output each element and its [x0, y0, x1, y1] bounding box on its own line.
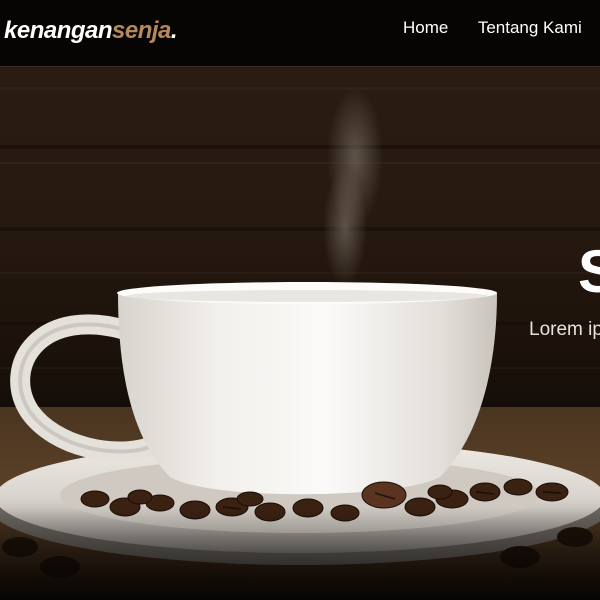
hero-section: S Lorem ip	[0, 67, 600, 600]
landing-page: kenangansenja. Home Tentang Kami S Lorem…	[0, 0, 600, 600]
brand-name-dot: .	[170, 17, 178, 44]
brand-logo[interactable]: kenangansenja.	[4, 15, 178, 47]
hero-image	[0, 67, 600, 600]
brand-name-part1: kenangan	[4, 17, 113, 44]
brand-name-part2: senja	[112, 17, 171, 44]
nav-link-home[interactable]: Home	[403, 17, 448, 39]
nav-menu: Home Tentang Kami	[403, 17, 600, 39]
hero-title: S	[578, 238, 600, 305]
navbar: kenangansenja. Home Tentang Kami	[0, 0, 600, 67]
hero-text: Lorem ip	[529, 319, 600, 340]
nav-link-tentang-kami[interactable]: Tentang Kami	[478, 17, 582, 39]
